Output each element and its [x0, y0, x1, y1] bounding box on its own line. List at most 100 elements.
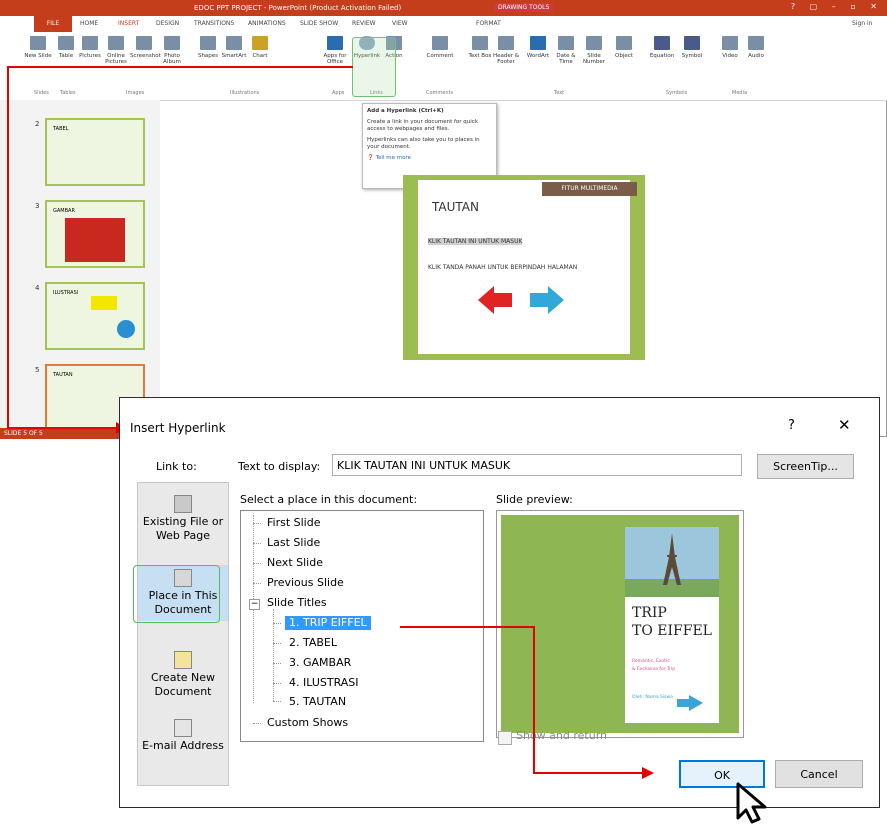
tree-slide-3[interactable]: 3. GAMBAR — [289, 656, 351, 670]
tab-review[interactable]: REVIEW — [352, 20, 376, 27]
tell-me-more-link[interactable]: ❓ Tell me more — [367, 155, 492, 162]
screenshot-button[interactable]: Screenshot — [130, 36, 161, 59]
online-pictures-icon — [108, 36, 124, 50]
table-icon — [58, 36, 74, 50]
tab-transitions[interactable]: TRANSITIONS — [194, 20, 234, 27]
right-arrow-shape[interactable] — [548, 286, 564, 314]
shapes-icon — [200, 36, 216, 50]
new-document-icon — [174, 651, 192, 669]
annotation-arrowhead-2 — [642, 767, 654, 779]
quick-access-toolbar[interactable] — [0, 0, 34, 16]
tooltip-body-1: Create a link in your document for quick… — [367, 119, 479, 132]
slide-header-banner: FITUR MULTIMEDIA — [542, 182, 637, 196]
header-footer-button[interactable]: Header & Footer — [492, 36, 520, 65]
equation-button[interactable]: Equation — [648, 36, 676, 59]
comment-button[interactable]: Comment — [426, 36, 454, 59]
group-slides: Slides — [34, 90, 49, 96]
show-and-return-checkbox[interactable] — [498, 731, 512, 745]
smartart-button[interactable]: SmartArt — [220, 36, 248, 59]
slide-number-button[interactable]: Slide Number — [580, 36, 608, 65]
date-time-button[interactable]: Date & Time — [552, 36, 580, 65]
left-arrow-tail — [494, 293, 512, 307]
tree-slide-1[interactable]: 1. TRIP EIFFEL — [285, 616, 371, 630]
select-place-label: Select a place in this document: — [240, 493, 418, 506]
annotation-line-left — [7, 66, 9, 428]
slide-bullet-2[interactable]: KLIK TANDA PANAH UNTUK BERPINDAH HALAMAN — [428, 264, 577, 271]
apps-for-office-button[interactable]: Apps for Office — [321, 36, 349, 65]
tree-slide-5[interactable]: 5. TAUTAN — [289, 695, 346, 709]
tree-next-slide[interactable]: Next Slide — [267, 556, 323, 570]
tree-slide-4[interactable]: 4. ILUSTRASI — [289, 676, 359, 690]
tree-last-slide[interactable]: Last Slide — [267, 536, 320, 550]
help-icon: ❓ — [367, 155, 376, 161]
slide-thumbnail-4[interactable]: 4 ILUSTRASI — [35, 282, 145, 350]
link-email-address[interactable]: E-mail Address — [138, 719, 228, 753]
comment-icon — [432, 36, 448, 50]
shapes-button[interactable]: Shapes — [194, 36, 222, 59]
preview-subtitle-1: Romantic, Exotic — [632, 659, 670, 664]
pi-icon — [654, 36, 670, 50]
preview-subtitle-2: & Exclusive for Trip — [632, 667, 676, 672]
slide-number-icon — [586, 36, 602, 50]
callout-shape — [91, 296, 117, 310]
help-button[interactable]: ? — [788, 418, 795, 433]
collapse-toggle[interactable]: − — [249, 599, 260, 610]
symbol-button[interactable]: Symbol — [678, 36, 706, 59]
photo-album-button[interactable]: Photo Album — [158, 36, 186, 65]
window-controls[interactable]: ? ▢ – ▫ ✕ — [791, 2, 883, 11]
tree-previous-slide[interactable]: Previous Slide — [267, 576, 344, 590]
slide-thumbnail-pane: 2 TABEL 3 GAMBAR 4 ILUSTRASI 5 TAUTAN — [0, 100, 160, 432]
left-arrow-shape[interactable] — [478, 286, 494, 314]
new-slide-icon — [30, 36, 46, 50]
wordart-button[interactable]: WordArt — [524, 36, 552, 59]
eiffel-tower-icon — [625, 527, 719, 597]
audio-icon — [748, 36, 764, 50]
video-icon — [722, 36, 738, 50]
cancel-button[interactable]: Cancel — [775, 760, 863, 788]
link-existing-file[interactable]: Existing File or Web Page — [138, 495, 228, 543]
pictures-icon — [82, 36, 98, 50]
tree-slide-2[interactable]: 2. TABEL — [289, 636, 337, 650]
tree-custom-shows[interactable]: Custom Shows — [267, 716, 348, 730]
tab-insert[interactable]: INSERT — [118, 20, 139, 27]
link-to-panel: Existing File or Web Page Place in This … — [137, 482, 229, 786]
tab-slide-show[interactable]: SLIDE SHOW — [300, 20, 338, 27]
drawing-tools-tab[interactable]: DRAWING TOOLS — [494, 3, 554, 12]
circle-shape — [117, 320, 135, 338]
annotation-line-to-ok — [533, 772, 643, 774]
red-flower-image — [65, 218, 125, 262]
audio-button[interactable]: Audio — [742, 36, 770, 59]
slide-title[interactable]: TAUTAN — [432, 200, 479, 214]
slide-bullet-1[interactable]: KLIK TAUTAN INI UNTUK MASUK — [428, 238, 523, 245]
new-slide-button[interactable]: New Slide — [24, 36, 52, 59]
screentip-button[interactable]: ScreenTip... — [757, 454, 854, 479]
tab-file[interactable]: FILE — [34, 16, 72, 32]
close-button[interactable]: ✕ — [838, 416, 851, 434]
tooltip-title: Add a Hyperlink (Ctrl+K) — [367, 108, 444, 114]
text-box-button[interactable]: Text Box — [466, 36, 494, 59]
tree-first-slide[interactable]: First Slide — [267, 516, 321, 530]
tab-view[interactable]: VIEW — [392, 20, 408, 27]
current-slide[interactable]: FITUR MULTIMEDIA TAUTAN KLIK TAUTAN INI … — [403, 175, 645, 360]
online-pictures-button[interactable]: Online Pictures — [102, 36, 130, 65]
preview-author: Oleh: Nama Siswa — [632, 695, 673, 700]
group-tables: Tables — [60, 90, 76, 96]
tab-animations[interactable]: ANIMATIONS — [248, 20, 286, 27]
object-button[interactable]: Object — [610, 36, 638, 59]
slide-thumbnail-3[interactable]: 3 GAMBAR — [35, 200, 145, 268]
annotation-line-bottom — [7, 427, 120, 429]
sign-in-link[interactable]: Sign in — [852, 20, 872, 27]
pictures-button[interactable]: Pictures — [76, 36, 104, 59]
link-create-new-document[interactable]: Create New Document — [138, 651, 228, 699]
slide-thumbnail-2[interactable]: 2 TABEL — [35, 118, 145, 186]
group-images: Images — [126, 90, 145, 96]
preview-right-arrow-icon — [689, 695, 703, 711]
screenshot-icon — [136, 36, 152, 50]
tab-home[interactable]: HOME — [80, 20, 98, 27]
tree-slide-titles[interactable]: Slide Titles — [267, 596, 327, 610]
tab-format[interactable]: FORMAT — [476, 20, 501, 27]
chart-button[interactable]: Chart — [246, 36, 274, 59]
video-button[interactable]: Video — [716, 36, 744, 59]
text-to-display-input[interactable] — [332, 454, 742, 476]
tab-design[interactable]: DESIGN — [156, 20, 179, 27]
